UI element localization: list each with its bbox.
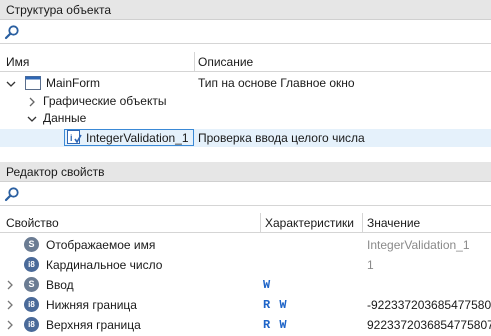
property-value[interactable]: -9223372036854775808 [367,298,491,312]
tree-item-mainform[interactable]: MainForm Тип на основе Главное окно [0,75,491,92]
chevron-down-icon[interactable] [6,79,16,89]
column-characteristics[interactable]: Характеристики [265,216,354,230]
property-editor-header: Редактор свойств [0,162,491,182]
property-row-input[interactable]: S Ввод W [0,275,491,295]
window-icon [25,76,41,90]
tree-item-data[interactable]: Данные [0,110,491,127]
tree-item-label: Данные [43,111,87,125]
chevron-right-icon[interactable] [27,97,37,107]
property-value[interactable]: 9223372036854775807 [367,318,491,332]
chevron-down-icon[interactable] [27,114,37,124]
chevron-right-icon[interactable] [5,280,15,290]
property-value[interactable]: IntegerValidation_1 [367,238,470,252]
property-value[interactable]: 1 [367,258,374,272]
property-label: Кардинальное число [46,258,163,272]
property-label: Верхняя граница [46,318,141,332]
column-value[interactable]: Значение [367,216,420,230]
column-name[interactable]: Имя [6,55,29,69]
property-label: Нижняя граница [46,298,137,312]
tree-item-label: MainForm [46,76,101,90]
tree-item-description: Проверка ввода целого числа [198,131,365,145]
svg-text:i: i [70,133,73,143]
tree-item-description: Тип на основе Главное окно [198,76,355,90]
chevron-right-icon[interactable] [5,300,15,310]
string-type-icon: S [24,277,39,292]
column-separator[interactable] [362,213,363,233]
property-flags: R W [263,298,288,312]
tree-item-graphic-objects[interactable]: Графические объекты [0,93,491,110]
column-separator[interactable] [194,52,195,72]
int64-type-icon: i8 [24,317,39,332]
search-icon [4,187,19,202]
tree-item-label: Графические объекты [43,94,167,108]
property-editor-title: Редактор свойств [6,165,105,179]
object-columns-header: Имя Описание [0,52,491,72]
property-row-cardinality[interactable]: i8 Кардинальное число 1 [0,255,491,275]
property-row-upper-bound[interactable]: i8 Верхняя граница R W 92233720368547758… [0,315,491,335]
property-columns-header: Свойство Характеристики Значение [0,213,491,233]
search-icon [4,25,19,40]
object-structure-header: Структура объекта [0,0,491,20]
column-description[interactable]: Описание [198,55,253,69]
property-row-display-name[interactable]: S Отображаемое имя IntegerValidation_1 [0,235,491,255]
tree-item-integer-validation[interactable]: i IntegerValidation_1 Проверка ввода цел… [0,129,491,147]
object-structure-title: Структура объекта [6,3,112,17]
property-row-lower-bound[interactable]: i8 Нижняя граница R W -92233720368547758… [0,295,491,315]
tree-item-label: IntegerValidation_1 [86,131,189,145]
int64-type-icon: i8 [24,297,39,312]
string-type-icon: S [24,237,39,252]
property-flags: W [263,278,272,292]
int64-type-icon: i8 [24,257,39,272]
object-search-row [0,20,491,44]
object-search-input[interactable] [22,22,488,41]
property-search-input[interactable] [22,184,488,203]
column-property[interactable]: Свойство [6,216,59,230]
chevron-right-icon[interactable] [5,320,15,330]
property-label: Ввод [46,278,74,292]
property-flags: R W [263,318,288,332]
property-label: Отображаемое имя [46,238,156,252]
integer-validation-icon: i [67,130,82,144]
column-separator[interactable] [260,213,261,233]
property-search-row [0,182,491,206]
